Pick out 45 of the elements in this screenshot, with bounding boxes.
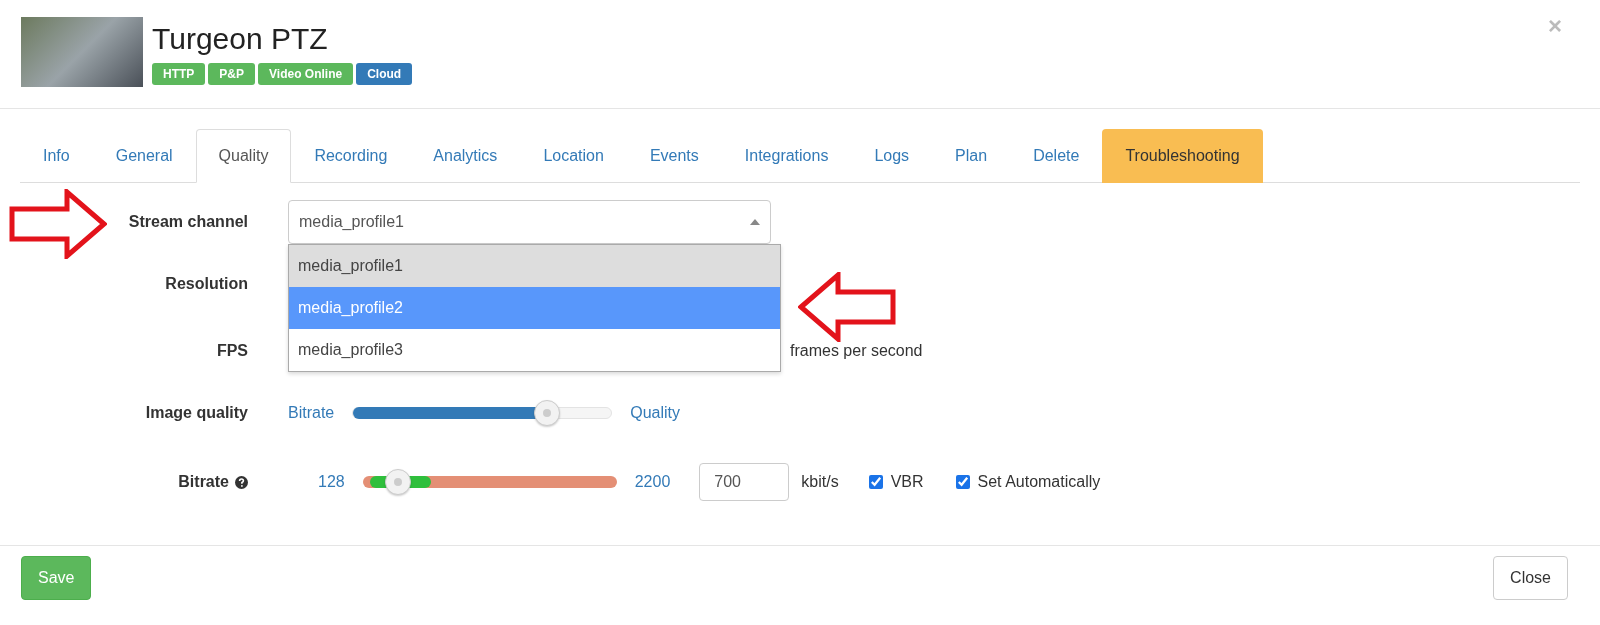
- status-label: Cloud: [356, 63, 413, 85]
- unit-label: kbit/s: [801, 472, 839, 492]
- field-label: FPS: [215, 341, 248, 361]
- tab[interactable]: Quality: [195, 129, 292, 183]
- tab[interactable]: Info: [20, 129, 93, 183]
- tab[interactable]: Recording: [291, 129, 411, 183]
- tab[interactable]: General: [92, 129, 196, 183]
- checkbox[interactable]: [955, 475, 970, 489]
- field-label: Bitrate: [178, 472, 229, 492]
- tab[interactable]: Events: [626, 129, 722, 183]
- slider-min-label: 128: [318, 472, 345, 492]
- field-label: Image quality: [144, 403, 248, 423]
- tab[interactable]: Delete: [1010, 129, 1103, 183]
- image-quality-slider[interactable]: [352, 399, 613, 427]
- slider-min-label: Bitrate: [288, 403, 335, 423]
- status-label: Video Online: [258, 63, 354, 85]
- arrow-icon: [798, 272, 896, 342]
- close-button[interactable]: Close: [1493, 556, 1568, 600]
- help-icon[interactable]: [235, 475, 248, 489]
- checkbox-label: Set Automatically: [977, 472, 1101, 492]
- bitrate-slider[interactable]: [362, 468, 617, 496]
- dropdown-option[interactable]: media_profile2: [289, 287, 780, 329]
- checkbox-label: VBR: [890, 472, 924, 492]
- tab[interactable]: Integrations: [721, 129, 852, 183]
- checkbox[interactable]: [868, 475, 883, 489]
- slider-max-label: 2200: [634, 472, 671, 492]
- tab[interactable]: Troubleshooting: [1102, 129, 1263, 183]
- tab[interactable]: Logs: [851, 129, 933, 183]
- status-label: HTTP: [152, 63, 206, 85]
- camera-title: Turgeon PTZ: [152, 22, 329, 55]
- dropdown-option[interactable]: media_profile1: [289, 245, 780, 287]
- arrow-icon: [9, 189, 107, 259]
- tab[interactable]: Analytics: [410, 129, 521, 183]
- caret-icon: [750, 219, 760, 225]
- field-label: Stream channel: [127, 212, 248, 232]
- status-label: P&P: [208, 63, 256, 85]
- dropdown-option[interactable]: media_profile3: [289, 329, 780, 371]
- save-button[interactable]: Save: [21, 556, 92, 600]
- stream-channel-select[interactable]: media_profile1: [288, 200, 771, 244]
- unit-label: frames per second: [790, 341, 923, 361]
- bitrate-input[interactable]: 700: [699, 463, 790, 501]
- slider-max-label: Quality: [630, 403, 681, 423]
- tab[interactable]: Location: [520, 129, 627, 183]
- field-label: Resolution: [164, 274, 248, 294]
- tab[interactable]: Plan: [932, 129, 1011, 183]
